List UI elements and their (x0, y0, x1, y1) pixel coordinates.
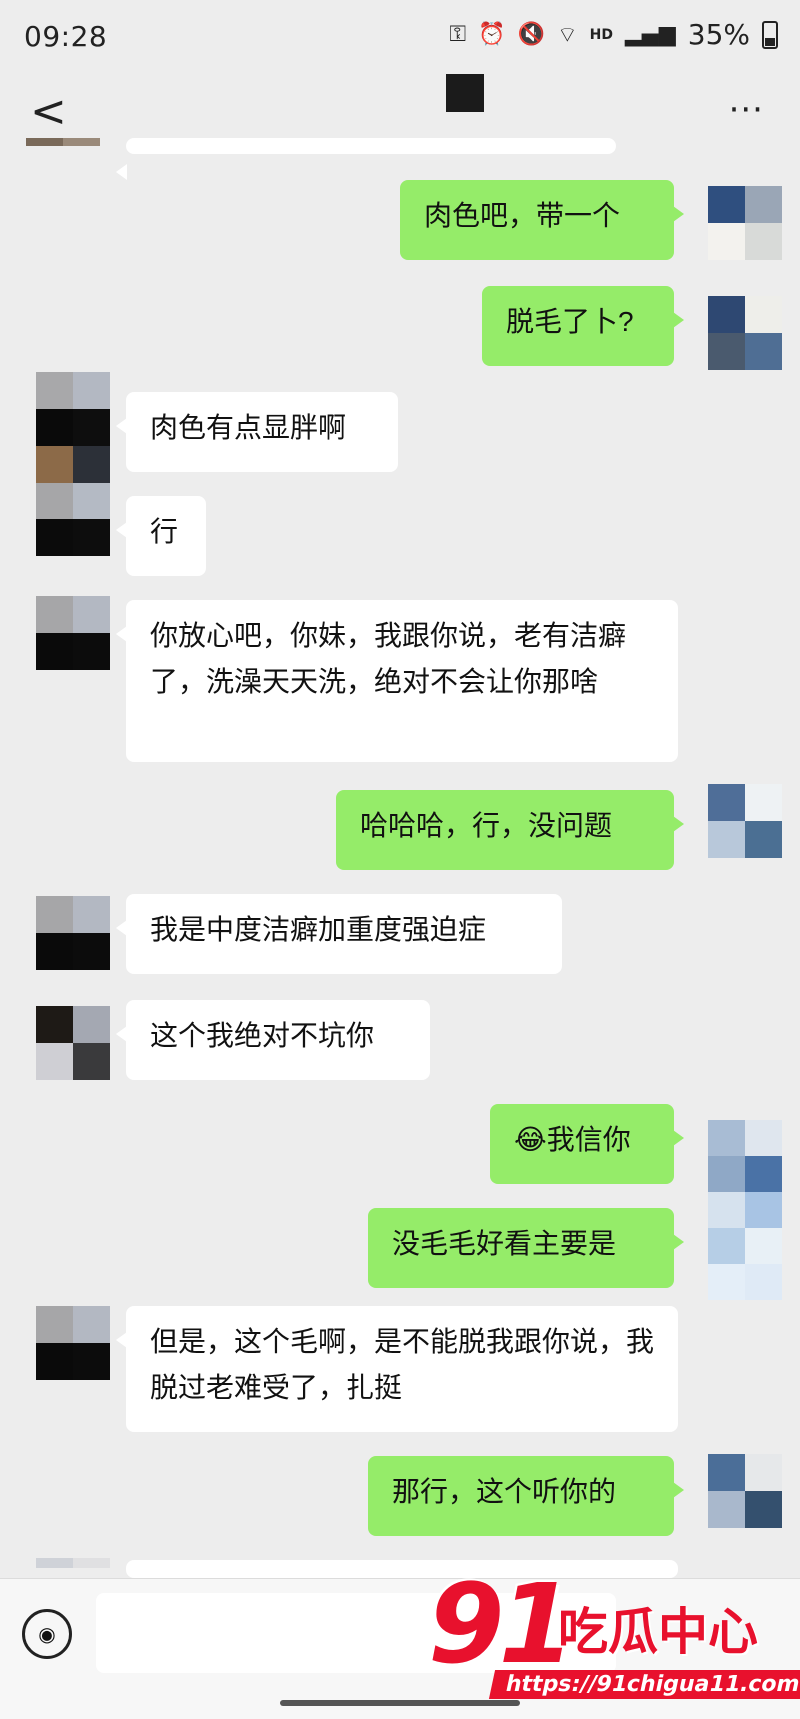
message-bubble-sent[interactable]: 那行，这个听你的 (368, 1456, 684, 1536)
message-bubble-received[interactable]: 但是，这个毛啊，是不能脱我跟你说，我脱过老难受了，扎挺 (116, 1306, 678, 1432)
vpn-key-icon: ⚿ (449, 22, 467, 47)
avatar-contact[interactable] (36, 1006, 110, 1080)
chevron-left-icon: < (30, 86, 67, 137)
watermark-logo: 91 吃瓜中心 https://91chigua11.com (428, 1560, 800, 1710)
laughing-crying-emoji-icon: 😂 (514, 1124, 547, 1155)
message-bubble-sent[interactable]: 哈哈哈，行，没问题 (336, 790, 684, 870)
message-bubble-received[interactable]: 肉色有点显胖啊 (116, 392, 398, 472)
avatar-self[interactable] (708, 784, 782, 858)
message-bubble-sent[interactable]: 肉色吧，带一个 (400, 180, 684, 260)
message-text: 我信你 (546, 1124, 631, 1155)
message-bubble-received[interactable]: 你放心吧，你妹，我跟你说，老有洁癖了，洗澡天天洗，绝对不会让你那啥 (116, 600, 678, 762)
watermark-url: https://91chigua11.com (488, 1670, 800, 1699)
battery-percent: 35% (687, 18, 750, 51)
status-bar: 09:28 ⚿ ⏰ 🔇 ⌔ HD ▂▄▆ 35% (0, 0, 800, 72)
message-bubble-received[interactable]: 我是中度洁癖加重度强迫症 (116, 894, 562, 974)
wifi-icon: ⌔ (556, 22, 578, 48)
home-indicator[interactable] (280, 1700, 520, 1706)
voice-icon: ◉ (38, 1622, 56, 1646)
battery-icon (762, 20, 778, 49)
more-icon: ··· (728, 90, 764, 130)
signal-icon: ▂▄▆ (625, 22, 676, 47)
avatar-self[interactable] (708, 1454, 782, 1528)
avatar-contact[interactable] (36, 446, 110, 556)
avatar-contact[interactable] (36, 1306, 110, 1380)
message-bubble-received[interactable]: 这个我绝对不坑你 (116, 1000, 430, 1080)
avatar-contact[interactable] (36, 372, 110, 446)
message-bubble-received[interactable]: 行 (116, 496, 206, 576)
message-bubble-partial (116, 138, 616, 180)
avatar (26, 138, 100, 154)
hd-badge: HD (589, 26, 613, 43)
watermark-brand: 吃瓜中心 (558, 1603, 758, 1661)
avatar-self[interactable] (708, 296, 782, 370)
mute-icon: 🔇 (517, 22, 545, 47)
avatar-contact[interactable] (36, 1558, 110, 1578)
avatar-self[interactable] (708, 186, 782, 260)
chat-title-redacted (446, 74, 484, 112)
status-icons: ⚿ ⏰ 🔇 ⌔ HD ▂▄▆ 35% (449, 18, 778, 51)
message-bubble-sent[interactable]: 没毛毛好看主要是 (368, 1208, 684, 1288)
voice-input-button[interactable]: ◉ (22, 1609, 72, 1659)
alarm-icon: ⏰ (478, 22, 506, 47)
message-bubble-sent[interactable]: 脱毛了卜? (482, 286, 684, 366)
clock: 09:28 (24, 20, 108, 53)
back-button[interactable]: < (30, 86, 67, 137)
avatar-self[interactable] (708, 1120, 782, 1300)
avatar-contact[interactable] (36, 596, 110, 670)
watermark-number: 91 (428, 1560, 575, 1688)
avatar-contact[interactable] (36, 896, 110, 970)
more-options-button[interactable]: ··· (729, 90, 764, 130)
message-bubble-sent[interactable]: 😂我信你 (490, 1104, 684, 1184)
